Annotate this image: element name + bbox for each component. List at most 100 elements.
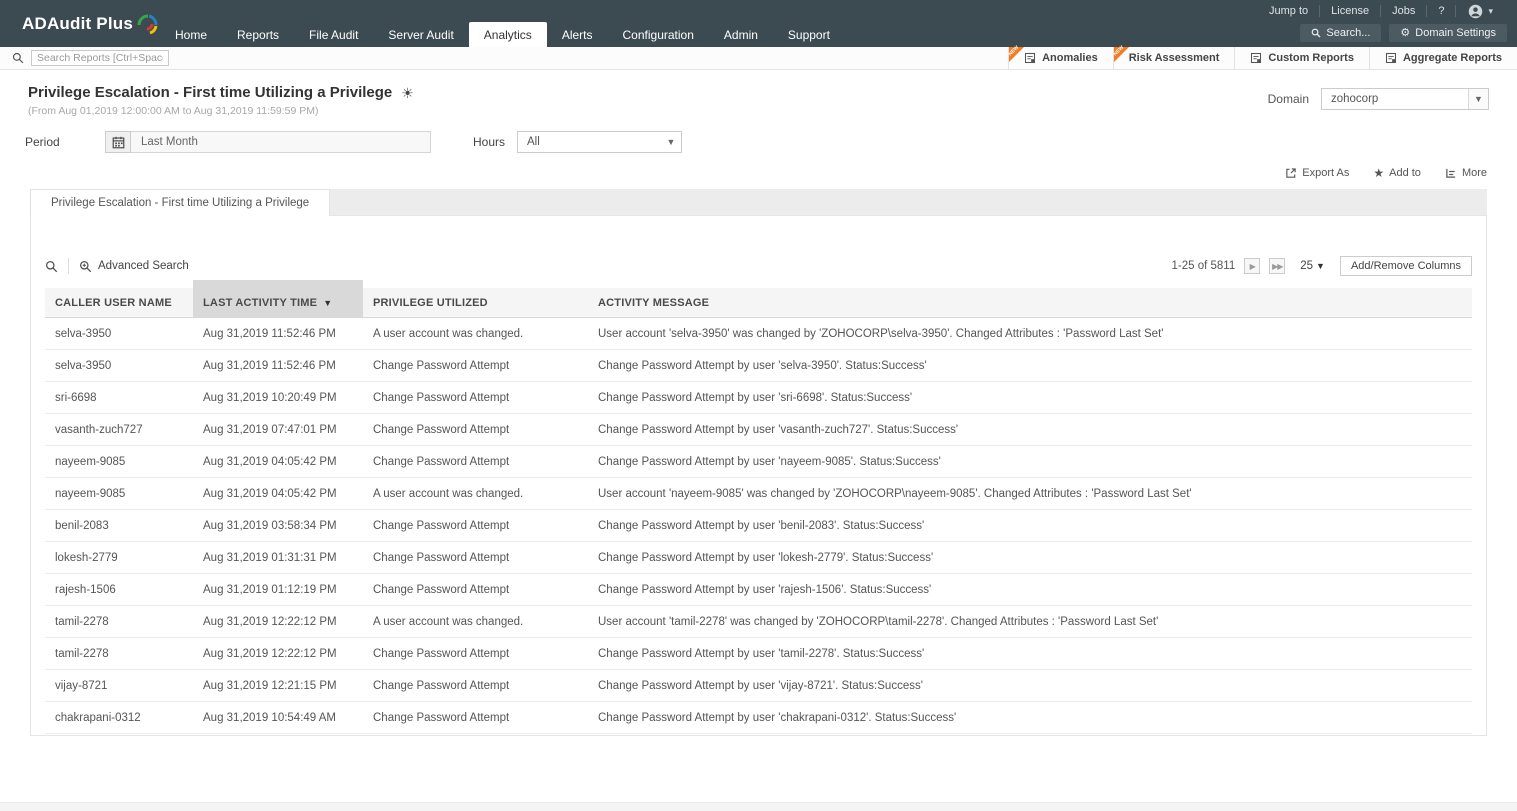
caller-user-name-cell: tamil-2278 [45,606,193,637]
hours-select[interactable]: All ▼ [517,131,682,153]
gear-icon: ⚙ [1400,28,1410,38]
nav-tab-admin[interactable]: Admin [709,22,773,47]
privilege-utilized-cell: Change Password Attempt [363,414,588,445]
caller-user-name-cell: lokesh-2779 [45,542,193,573]
nav-tab-support[interactable]: Support [773,22,845,47]
privilege-utilized-cell: Change Password Attempt [363,702,588,733]
activity-message-cell: Change Password Attempt by user 'benil-2… [588,510,1472,541]
utility-link-jump-to[interactable]: Jump to [1258,5,1320,17]
period-label: Period [25,135,105,149]
last-page-button[interactable]: ▶▶ [1269,258,1285,274]
export-as-button[interactable]: Export As [1285,167,1349,179]
report-tab-active[interactable]: Privilege Escalation - First time Utiliz… [30,189,330,216]
table-row: lokesh-2779 Aug 31,2019 01:31:31 PM Chan… [45,542,1472,574]
table-row: tamil-2278 Aug 31,2019 12:22:12 PM Chang… [45,638,1472,670]
report-search-input[interactable] [31,50,169,66]
domain-select[interactable]: zohocorp ▼ [1321,88,1489,110]
caller-user-name-cell: nayeem-9085 [45,446,193,477]
table-row: selva-3950 Aug 31,2019 11:52:46 PM A use… [45,318,1472,350]
column-header[interactable]: ACTIVITY MESSAGE [588,288,1472,317]
logo-swoosh-icon [135,12,159,36]
utility-link-license[interactable]: License [1320,5,1381,17]
table-row: chakrapani-0312 Aug 31,2019 10:54:49 AM … [45,702,1472,734]
filters-row: Period Last Month Hours All ▼ [25,131,1517,153]
activity-message-cell: Change Password Attempt by user 'vijay-8… [588,670,1472,701]
table-row: vasanth-zuch727 Aug 31,2019 07:47:01 PM … [45,414,1472,446]
last-activity-time-cell: Aug 31,2019 10:20:49 PM [193,382,363,413]
activity-message-cell: User account 'nayeem-9085' was changed b… [588,478,1472,509]
toolbar-item-custom-reports[interactable]: Custom Reports [1234,47,1369,69]
nav-tab-configuration[interactable]: Configuration [608,22,709,47]
caller-user-name-cell: chakrapani-0312 [45,702,193,733]
activity-message-cell: Change Password Attempt by user 'nayeem-… [588,446,1472,477]
report-actions: Export As ★ Add to More [30,167,1487,179]
topbar-buttons: Search... ⚙ Domain Settings [1300,22,1517,47]
nav-tab-server-audit[interactable]: Server Audit [373,22,468,47]
last-activity-time-cell: Aug 31,2019 04:05:42 PM [193,478,363,509]
next-page-button[interactable]: ▶ [1244,258,1260,274]
anomalies-icon [1024,52,1036,64]
nav-tab-file-audit[interactable]: File Audit [294,22,373,47]
activity-message-cell: Change Password Attempt by user 'lokesh-… [588,542,1472,573]
chevron-down-icon: ▼ [661,132,681,152]
table-row: sri-6698 Aug 31,2019 10:20:49 PM Change … [45,382,1472,414]
caller-user-name-cell: rajesh-1506 [45,574,193,605]
report-header: Privilege Escalation - First time Utiliz… [0,70,1517,117]
page-size-select[interactable]: 25 ▼ [1300,260,1325,272]
activity-message-cell: User account 'tamil-2278' was changed by… [588,606,1472,637]
app-logo: ADAudit Plus [22,0,159,47]
activity-message-cell: Change Password Attempt by user 'chakrap… [588,702,1472,733]
period-input[interactable]: Last Month [131,131,431,153]
chevron-down-icon: ▼ [1468,89,1488,109]
more-button[interactable]: More [1445,167,1487,179]
nav-tab-analytics[interactable]: Analytics [469,22,547,47]
domain-settings-button[interactable]: ⚙ Domain Settings [1389,24,1507,42]
advanced-search-button[interactable]: Advanced Search [79,260,189,273]
table-row: nayeem-9085 Aug 31,2019 04:05:42 PM Chan… [45,446,1472,478]
page-title: Privilege Escalation - First time Utiliz… [28,84,392,101]
sort-desc-icon: ▼ [323,298,332,308]
privilege-utilized-cell: Change Password Attempt [363,638,588,669]
privilege-utilized-cell: Change Password Attempt [363,350,588,381]
main-nav: HomeReportsFile AuditServer AuditAnalyti… [160,22,1517,47]
last-activity-time-cell: Aug 31,2019 12:22:12 PM [193,606,363,637]
user-menu[interactable]: ▾ [1456,4,1505,19]
global-search-button[interactable]: Search... [1300,24,1381,42]
add-remove-columns-button[interactable]: Add/Remove Columns [1340,256,1472,276]
utility-link-jobs[interactable]: Jobs [1381,5,1427,17]
report-table: CALLER USER NAME LAST ACTIVITY TIME ▼ PR… [45,288,1472,734]
last-activity-time-cell: Aug 31,2019 11:52:46 PM [193,350,363,381]
report-highlight-icon[interactable]: ☀ [401,86,414,100]
last-activity-time-cell: Aug 31,2019 11:52:46 PM [193,318,363,349]
utility-row: Jump toLicenseJobs? ▾ [160,0,1517,22]
nav-tab-reports[interactable]: Reports [222,22,294,47]
toolbar-item-anomalies[interactable]: NEW Anomalies [1008,47,1113,69]
secondary-toolbar: NEW Anomalies NEW Risk Assessment Custom… [0,47,1517,70]
add-to-button[interactable]: ★ Add to [1373,167,1421,179]
last-activity-time-cell: Aug 31,2019 01:12:19 PM [193,574,363,605]
report-panel: Advanced Search 1-25 of 5811 ▶ ▶▶ 25 ▼ A… [30,215,1487,736]
privilege-utilized-cell: A user account was changed. [363,318,588,349]
column-header[interactable]: CALLER USER NAME [45,288,193,317]
toolbar-item-risk-assessment[interactable]: NEW Risk Assessment [1113,47,1235,69]
report-tabstrip: Privilege Escalation - First time Utiliz… [30,189,1487,215]
calendar-icon[interactable] [105,131,131,153]
nav-tab-alerts[interactable]: Alerts [547,22,608,47]
toolbar-item-aggregate-reports[interactable]: Aggregate Reports [1369,47,1517,69]
divider [68,258,69,274]
user-menu-caret-icon: ▾ [1488,6,1493,17]
tabstrip-filler [330,189,1487,215]
last-activity-time-cell: Aug 31,2019 10:54:49 AM [193,702,363,733]
user-avatar-icon [1468,4,1483,19]
caller-user-name-cell: sri-6698 [45,382,193,413]
column-header[interactable]: LAST ACTIVITY TIME ▼ [193,288,363,317]
new-ribbon: NEW [1114,47,1129,62]
table-row: selva-3950 Aug 31,2019 11:52:46 PM Chang… [45,350,1472,382]
help-link[interactable]: ? [1427,5,1456,17]
export-icon [1285,167,1297,179]
activity-message-cell: Change Password Attempt by user 'selva-3… [588,350,1472,381]
activity-message-cell: User account 'selva-3950' was changed by… [588,318,1472,349]
column-header[interactable]: PRIVILEGE UTILIZED [363,288,588,317]
quick-search-icon[interactable] [45,260,58,273]
nav-tab-home[interactable]: Home [160,22,222,47]
